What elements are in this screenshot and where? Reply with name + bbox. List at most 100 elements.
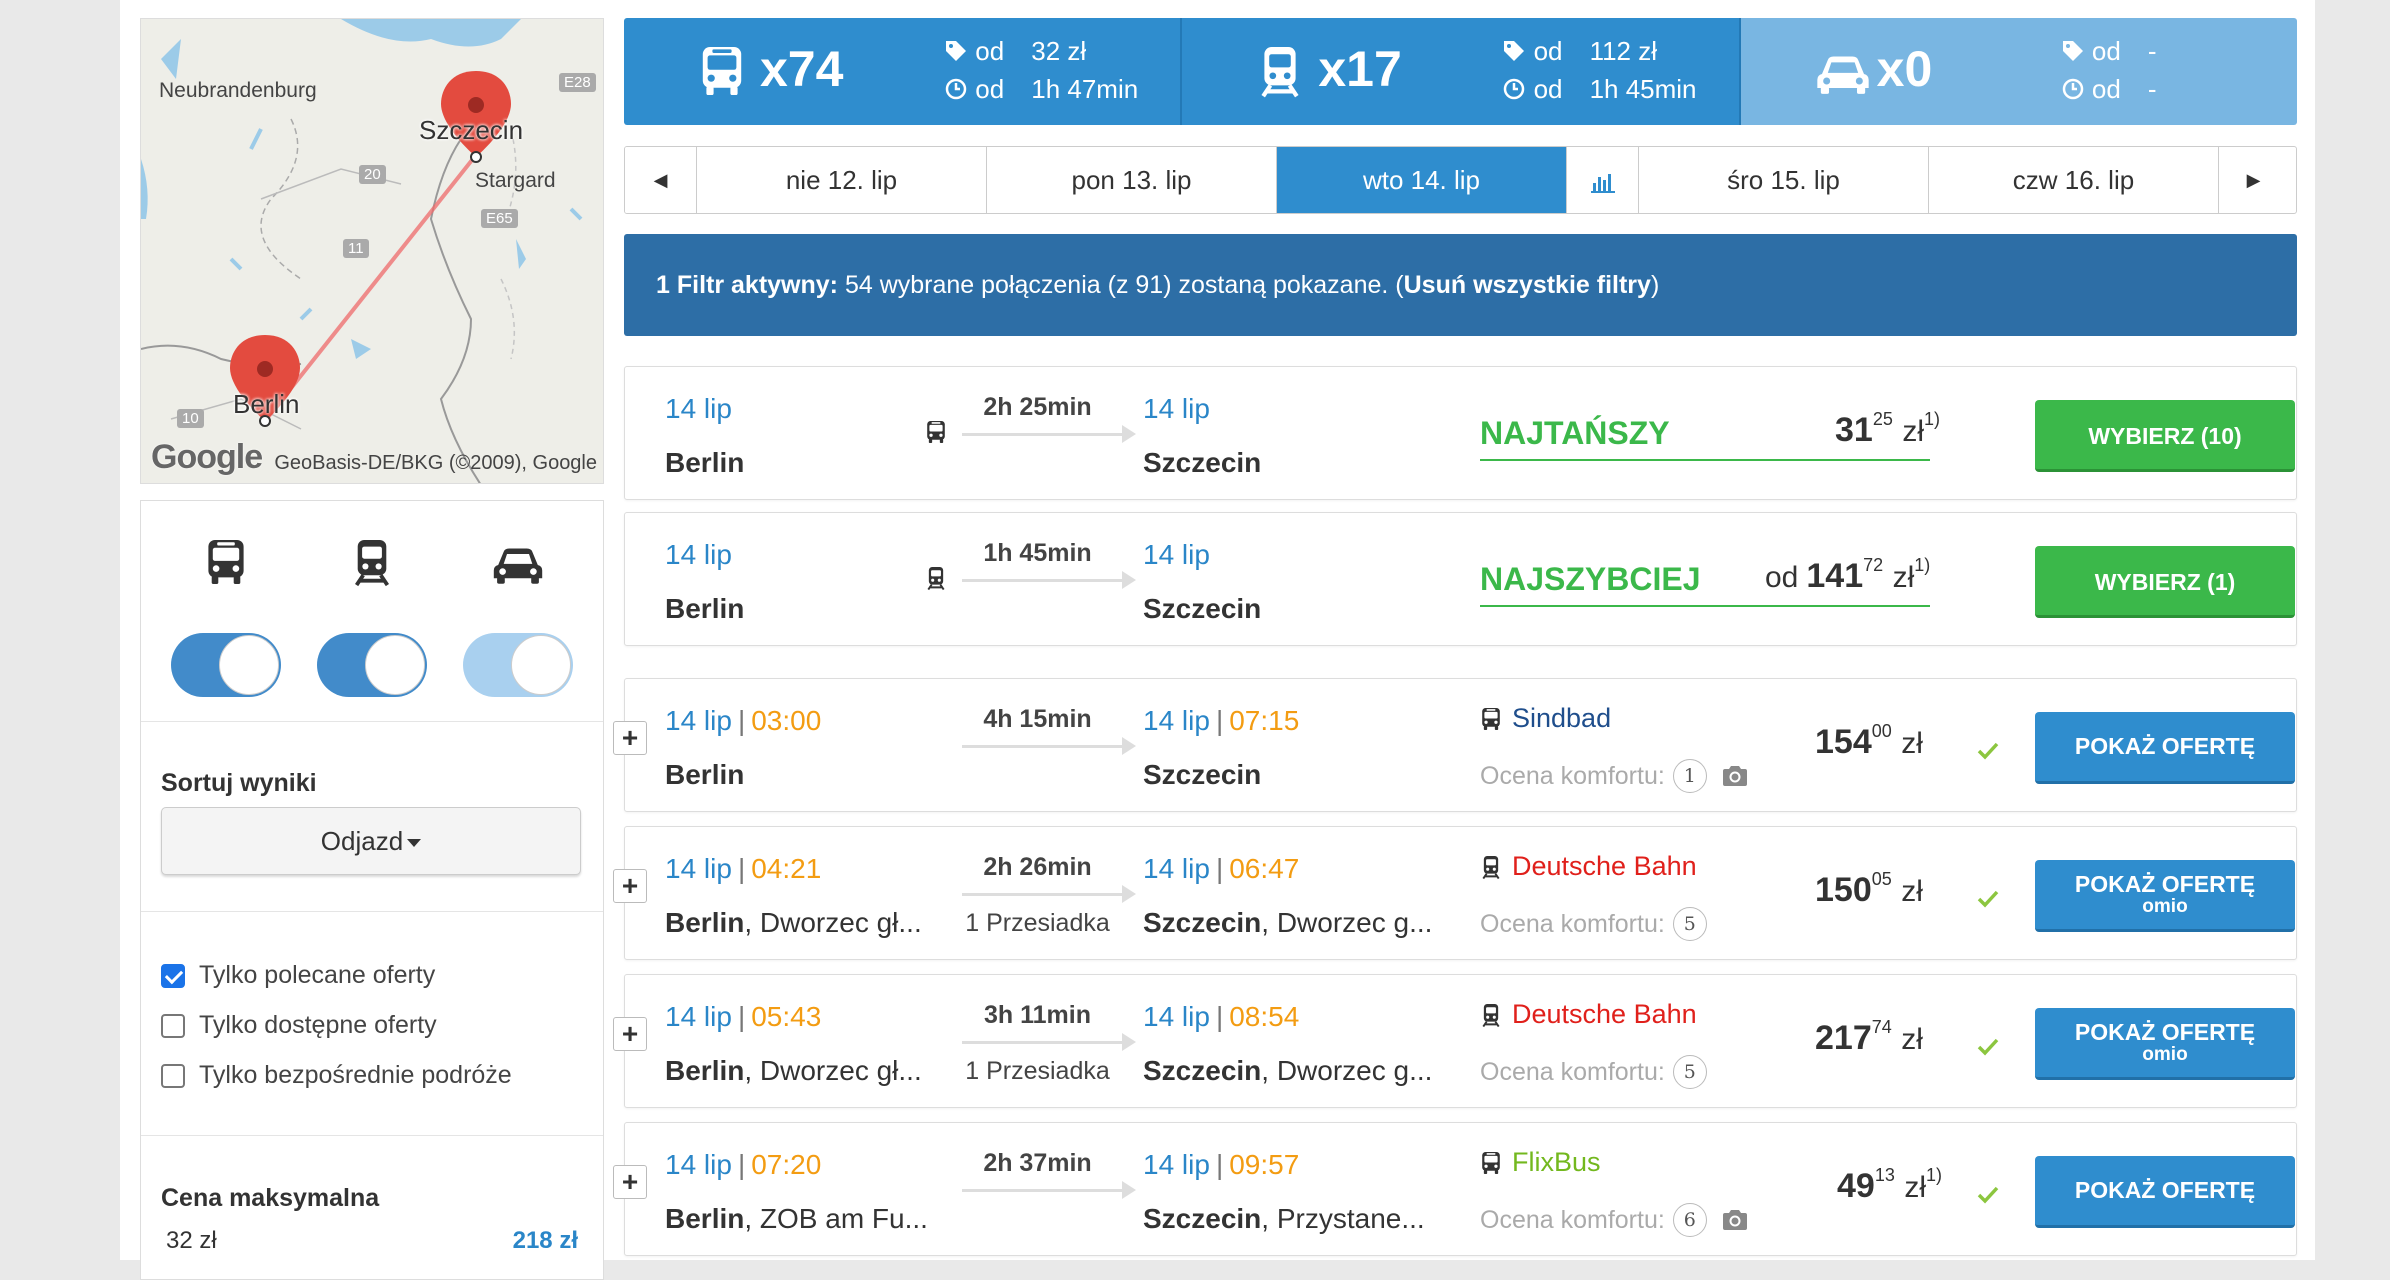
sort-label: Sortuj wyniki <box>161 769 317 797</box>
caret-left-icon: ◀ <box>653 170 668 190</box>
result-row[interactable]: + 14 lip | 07:20 Berlin, ZOB am Fu... 2h 3… <box>613 1122 2297 1256</box>
check-available[interactable]: Tylko dostępne oferty <box>161 1011 437 1040</box>
comfort-badge: 5 <box>1672 1055 1707 1089</box>
comfort-label: Ocena komfortu: <box>1480 1205 1665 1234</box>
car-toggle[interactable] <box>463 633 573 697</box>
bus-toggle[interactable] <box>171 633 281 697</box>
checkbox[interactable] <box>161 1013 185 1038</box>
car-icon <box>491 543 545 587</box>
tab-date[interactable]: czw 16. lip <box>1929 147 2219 213</box>
price-int: 150 <box>1815 871 1872 909</box>
currency: zł <box>1901 727 1923 760</box>
check-direct[interactable]: Tylko bezpośrednie podróże <box>161 1061 512 1090</box>
check-recommended[interactable]: Tylko polecane oferty <box>161 961 435 990</box>
select-fastest-button[interactable]: WYBIERZ (1) <box>2035 546 2295 618</box>
car-icon <box>1815 50 1871 98</box>
arr-date: 14 lip <box>1143 1001 1210 1032</box>
camera-icon[interactable] <box>1721 1208 1749 1232</box>
price: 3125 zł1) <box>1835 409 1940 450</box>
tag-underline <box>1480 459 1930 461</box>
operator-name[interactable]: FlixBus <box>1512 1147 1601 1178</box>
tab-date-active[interactable]: wto 14. lip <box>1277 147 1567 213</box>
expand-button[interactable]: + <box>613 869 647 903</box>
summary-price: - <box>2147 36 2157 66</box>
summary-car[interactable]: x0 od - od - <box>1740 18 2297 125</box>
arr-city: Szczecin <box>1143 759 1262 790</box>
highlight-cheapest: 14 lip Berlin 2h 25min 14 lip Szczecin N… <box>624 366 2297 500</box>
price-label: Cena maksymalna <box>161 1184 380 1212</box>
route-arrow <box>962 1033 1136 1051</box>
map-label-berlin: Berlin <box>233 389 300 419</box>
map-label-neubrandenburg: Neubrandenburg <box>159 79 317 102</box>
summary-price: 112 zł <box>1589 36 1658 66</box>
google-logo[interactable]: Google <box>151 438 263 477</box>
summary-duration: 1h 47min <box>1031 74 1139 104</box>
show-offer-button[interactable]: POKAŻ OFERTĘ <box>2035 712 2295 784</box>
price-note: 1) <box>1914 555 1931 575</box>
tag-icon <box>2061 39 2085 63</box>
show-offer-button[interactable]: POKAŻ OFERTĘ <box>2035 1156 2295 1228</box>
comfort-label: Ocena komfortu: <box>1480 761 1665 790</box>
road-badge: E28 <box>559 73 596 92</box>
duration: 2h 37min <box>983 1149 1092 1177</box>
operator-name[interactable]: Deutsche Bahn <box>1512 999 1697 1030</box>
comfort-rating: Ocena komfortu: 1 <box>1480 759 1749 793</box>
clock-icon <box>1502 77 1526 101</box>
route-map[interactable]: Neubrandenburg Szczecin Stargard Berlin … <box>140 18 604 484</box>
expand-button[interactable]: + <box>613 1165 647 1199</box>
operator: Deutsche Bahn <box>1480 999 1697 1030</box>
dep-time: 03:00 <box>751 705 822 736</box>
result-row[interactable]: + 14 lip | 03:00 Berlin 4h 15min 14 lip | 07… <box>613 678 2297 812</box>
dep-time: 05:43 <box>751 1001 822 1032</box>
train-toggle[interactable] <box>317 633 427 697</box>
filter-train[interactable] <box>317 537 427 697</box>
result-row[interactable]: + 14 lip | 04:21 Berlin, Dworzec gł... 2h … <box>613 826 2297 960</box>
train-icon <box>1480 1002 1502 1028</box>
arr-time: 09:57 <box>1229 1149 1300 1180</box>
divider <box>141 911 603 912</box>
partner-label: omio <box>2142 1043 2188 1065</box>
transfers: 1 Przesiadka <box>965 1057 1110 1085</box>
next-date-button[interactable]: ▶ <box>2219 147 2288 213</box>
operator-name[interactable]: Sindbad <box>1512 703 1611 734</box>
tab-date[interactable]: śro 15. lip <box>1639 147 1929 213</box>
comfort-rating: Ocena komfortu: 5 <box>1480 1055 1707 1089</box>
checkbox[interactable] <box>161 1063 185 1088</box>
select-cheapest-button[interactable]: WYBIERZ (10) <box>2035 400 2295 472</box>
tab-date[interactable]: pon 13. lip <box>987 147 1277 213</box>
bar-chart-icon <box>1590 174 1615 194</box>
od-label: od <box>975 36 1005 66</box>
filter-bus[interactable] <box>171 537 281 697</box>
caret-right-icon: ▶ <box>2246 170 2261 190</box>
check-icon <box>1975 1183 2001 1207</box>
checkbox-checked[interactable] <box>161 963 185 988</box>
arr-station: , Dworzec g... <box>1261 907 1433 938</box>
result-row[interactable]: + 14 lip | 05:43 Berlin, Dworzec gł... 3h … <box>613 974 2297 1108</box>
summary-bus[interactable]: x74 od 32 zł od 1h 47min <box>624 18 1183 125</box>
price-dec: 05 <box>1871 869 1892 889</box>
price: 15005 zł <box>1815 869 1923 910</box>
comfort-badge: 5 <box>1672 907 1707 941</box>
caret-down-icon <box>407 839 422 848</box>
dep-date: 14 lip <box>665 1001 732 1032</box>
camera-icon[interactable] <box>1721 764 1749 788</box>
expand-button[interactable]: + <box>613 1017 647 1051</box>
price: 4913 zł1) <box>1837 1165 1942 1206</box>
sort-dropdown[interactable]: Odjazd <box>161 807 581 875</box>
show-offer-button[interactable]: POKAŻ OFERTĘ omio <box>2035 860 2295 932</box>
train-icon <box>1480 854 1502 880</box>
tab-date[interactable]: nie 12. lip <box>697 147 987 213</box>
tag-underline <box>1480 605 1930 607</box>
price-chart-button[interactable] <box>1567 147 1639 213</box>
road-badge: 10 <box>177 409 204 428</box>
dep-time: 04:21 <box>751 853 822 884</box>
od-label: od <box>2091 74 2121 104</box>
operator-name[interactable]: Deutsche Bahn <box>1512 851 1697 882</box>
filter-car[interactable] <box>463 537 573 697</box>
summary-train[interactable]: x17 od 112 zł od 1h 45min <box>1182 18 1741 125</box>
show-offer-button[interactable]: POKAŻ OFERTĘ omio <box>2035 1008 2295 1080</box>
expand-button[interactable]: + <box>613 721 647 755</box>
comfort-label: Ocena komfortu: <box>1480 1057 1665 1086</box>
prev-date-button[interactable]: ◀ <box>625 147 697 213</box>
remove-filters-link[interactable]: Usuń wszystkie filtry <box>1404 271 1651 299</box>
